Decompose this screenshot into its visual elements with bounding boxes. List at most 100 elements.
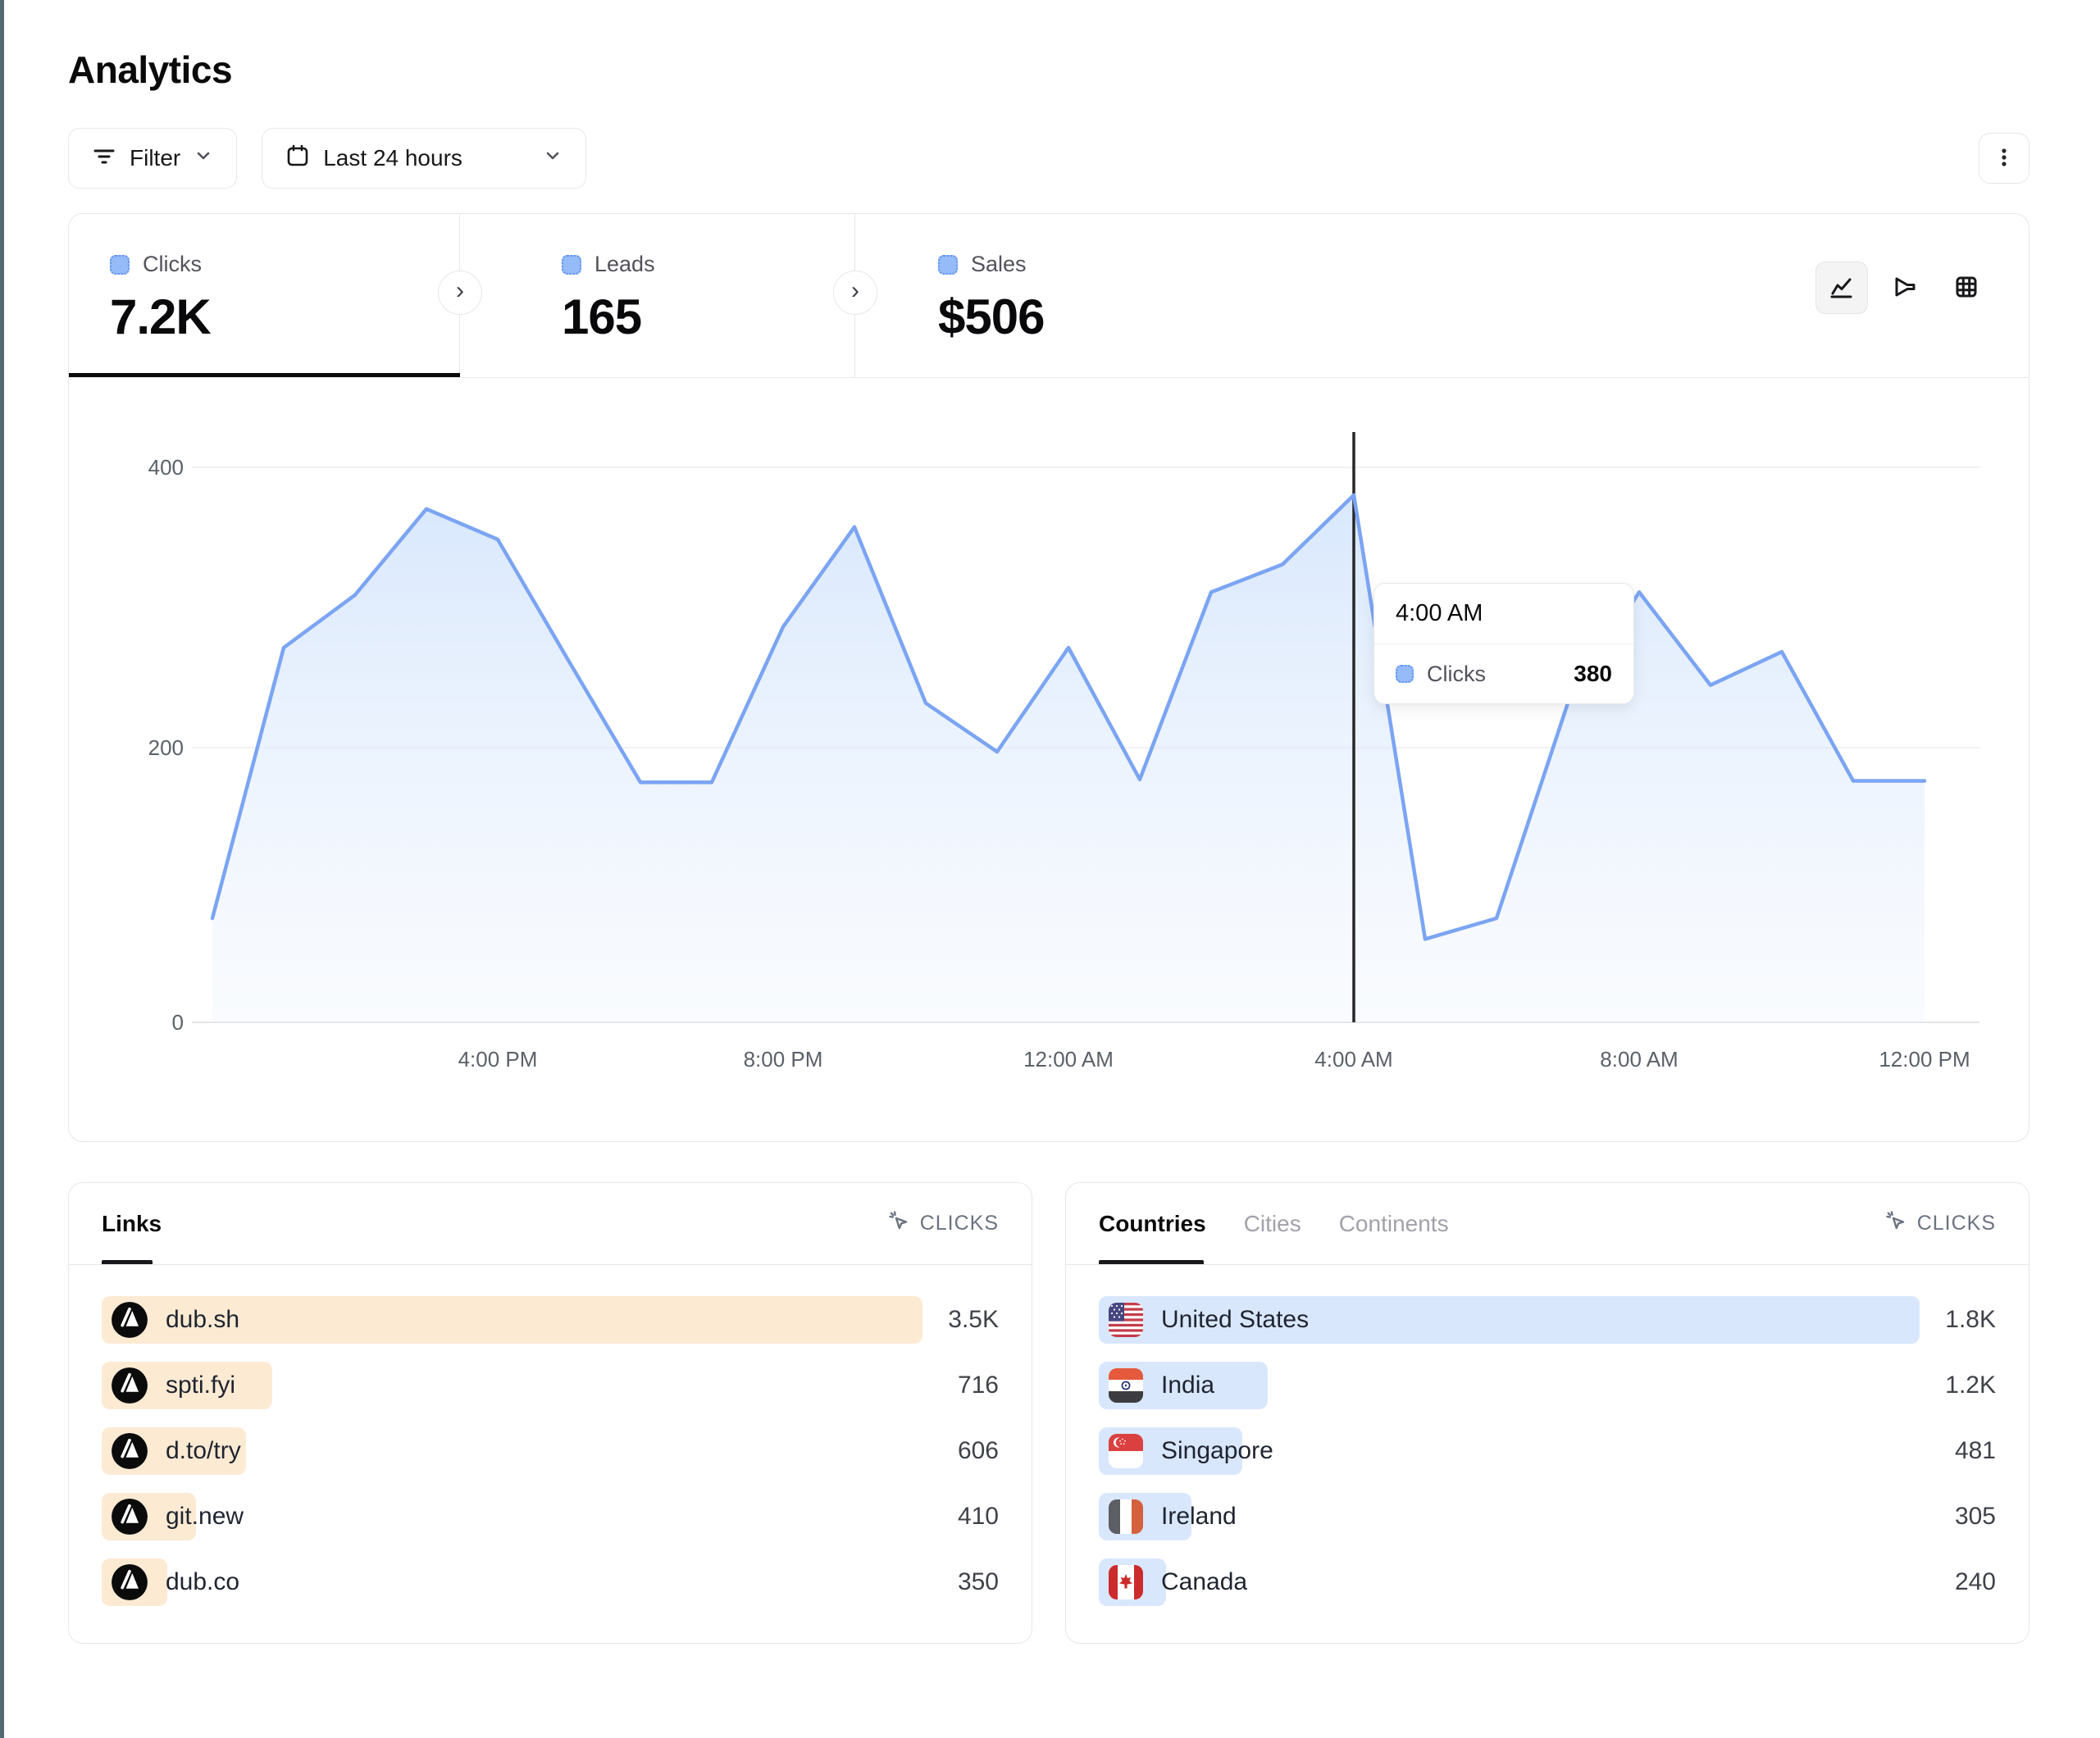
list-item[interactable]: Ireland 305 — [1099, 1493, 1996, 1540]
countries-panel: Countries Cities Continents CLICKS — [1065, 1182, 2029, 1644]
kebab-menu-icon — [1993, 147, 2015, 171]
dub-logo-icon — [112, 1564, 148, 1600]
active-tab-underline — [69, 373, 460, 377]
links-metric-selector[interactable]: CLICKS — [887, 1209, 999, 1238]
link-clicks: 410 — [958, 1503, 999, 1531]
tooltip-series-label: Clicks — [1427, 662, 1486, 687]
link-clicks: 716 — [958, 1372, 999, 1399]
clicks-time-series-chart[interactable]: 400 200 0 4:00 PM 8:00 PM 12:00 AM 4:00 … — [69, 378, 2029, 1142]
tab-links[interactable]: Links — [102, 1211, 162, 1237]
funnel-chart-icon — [1889, 272, 1919, 304]
list-item[interactable]: Canada 240 — [1099, 1558, 1996, 1606]
link-clicks: 350 — [958, 1568, 999, 1596]
page-title: Analytics — [68, 48, 2029, 92]
filter-lines-icon — [92, 143, 116, 174]
link-label: dub.co — [166, 1568, 239, 1596]
dub-logo-icon — [112, 1302, 148, 1338]
more-options-button[interactable] — [1979, 133, 2029, 184]
link-label: spti.fyi — [166, 1372, 235, 1399]
expand-leads-chevron-button[interactable]: › — [833, 271, 877, 315]
links-panel: Links CLICKS — [68, 1182, 1032, 1644]
list-item[interactable]: Singapore 481 — [1099, 1427, 1996, 1475]
links-list: dub.sh 3.5K spti.fyi 716 — [69, 1265, 1032, 1606]
controls-row: Filter Last 24 hours — [68, 128, 2029, 189]
y-tick-0: 0 — [172, 1010, 184, 1035]
us-flag-icon — [1109, 1303, 1143, 1337]
dub-logo-icon — [112, 1433, 148, 1469]
stats-tab-bar: Clicks 7.2K Leads 165 Sales $506 › — [69, 214, 2029, 378]
sales-legend-swatch — [938, 255, 958, 275]
list-item[interactable]: dub.sh 3.5K — [102, 1296, 999, 1344]
list-item[interactable]: United States 1.8K — [1099, 1296, 1996, 1344]
analytics-page: Analytics Filter Last 24 hours — [0, 0, 2100, 1644]
x-tick: 12:00 AM — [1023, 1047, 1114, 1071]
links-metric-label: CLICKS — [920, 1212, 999, 1235]
clicks-area-fill — [212, 495, 1925, 1022]
y-tick-400: 400 — [148, 455, 184, 480]
date-range-button[interactable]: Last 24 hours — [262, 128, 586, 189]
countries-metric-label: CLICKS — [1917, 1212, 1996, 1235]
left-edge-accent — [0, 0, 4, 1738]
list-item[interactable]: d.to/try 606 — [102, 1427, 999, 1475]
canada-flag-icon — [1109, 1565, 1143, 1599]
links-panel-header: Links CLICKS — [69, 1183, 1032, 1265]
list-item[interactable]: dub.co 350 — [102, 1558, 999, 1606]
cursor-click-icon — [887, 1209, 910, 1238]
chart-tooltip: 4:00 AM Clicks 380 — [1373, 583, 1634, 704]
table-grid-icon — [1952, 272, 1981, 304]
links-tab-underline — [102, 1260, 153, 1264]
countries-panel-header: Countries Cities Continents CLICKS — [1066, 1183, 2029, 1265]
chart-view-switcher — [1815, 262, 1993, 314]
filter-button-label: Filter — [130, 145, 180, 171]
country-clicks: 1.8K — [1945, 1306, 1996, 1334]
link-label: d.to/try — [166, 1437, 241, 1465]
x-tick: 8:00 PM — [744, 1047, 823, 1071]
stat-value: 7.2K — [110, 289, 459, 345]
stat-label: Clicks — [143, 252, 202, 277]
country-clicks: 240 — [1955, 1568, 1996, 1596]
countries-list: United States 1.8K India 1.2K — [1066, 1265, 2029, 1606]
stat-value: 165 — [562, 289, 854, 345]
link-label: dub.sh — [166, 1306, 239, 1334]
country-label: Canada — [1161, 1568, 1247, 1596]
x-axis-labels: 4:00 PM 8:00 PM 12:00 AM 4:00 AM 8:00 AM… — [458, 1047, 1970, 1071]
line-chart-icon — [1827, 272, 1856, 304]
tab-continents[interactable]: Continents — [1339, 1211, 1449, 1237]
analytics-chart-card: Clicks 7.2K Leads 165 Sales $506 › — [68, 213, 2029, 1142]
cursor-click-icon — [1884, 1209, 1907, 1238]
tab-leads[interactable]: Leads 165 — [460, 214, 855, 377]
link-clicks: 606 — [958, 1437, 999, 1465]
list-item[interactable]: India 1.2K — [1099, 1362, 1996, 1409]
tooltip-value: 380 — [1574, 661, 1612, 687]
funnel-chart-view-button[interactable] — [1878, 262, 1930, 314]
singapore-flag-icon — [1109, 1434, 1143, 1468]
expand-clicks-chevron-button[interactable]: › — [438, 271, 482, 315]
calendar-icon — [285, 143, 310, 174]
stat-label: Sales — [971, 252, 1027, 277]
x-tick: 8:00 AM — [1600, 1047, 1678, 1071]
dub-logo-icon — [112, 1367, 148, 1404]
tab-clicks[interactable]: Clicks 7.2K — [69, 214, 460, 377]
date-range-label: Last 24 hours — [323, 145, 462, 171]
ireland-flag-icon — [1109, 1499, 1143, 1534]
x-tick: 4:00 PM — [458, 1047, 538, 1071]
link-clicks: 3.5K — [948, 1306, 999, 1334]
tab-cities[interactable]: Cities — [1244, 1211, 1301, 1237]
x-tick: 4:00 AM — [1314, 1047, 1392, 1071]
line-chart-view-button[interactable] — [1815, 262, 1868, 314]
clicks-legend-swatch — [110, 255, 130, 275]
y-axis-labels: 400 200 0 — [148, 455, 184, 1035]
list-item[interactable]: spti.fyi 716 — [102, 1362, 999, 1409]
table-view-button[interactable] — [1940, 262, 1993, 314]
stat-label: Leads — [594, 252, 655, 277]
country-clicks: 1.2K — [1945, 1372, 1996, 1399]
tab-countries[interactable]: Countries — [1099, 1211, 1206, 1237]
country-clicks: 305 — [1955, 1503, 1996, 1531]
countries-metric-selector[interactable]: CLICKS — [1884, 1209, 1996, 1238]
leads-legend-swatch — [562, 255, 581, 275]
list-item[interactable]: git.new 410 — [102, 1493, 999, 1540]
y-tick-200: 200 — [148, 735, 184, 760]
country-label: India — [1161, 1372, 1214, 1399]
filter-button[interactable]: Filter — [68, 128, 237, 189]
link-label: git.new — [166, 1503, 244, 1531]
